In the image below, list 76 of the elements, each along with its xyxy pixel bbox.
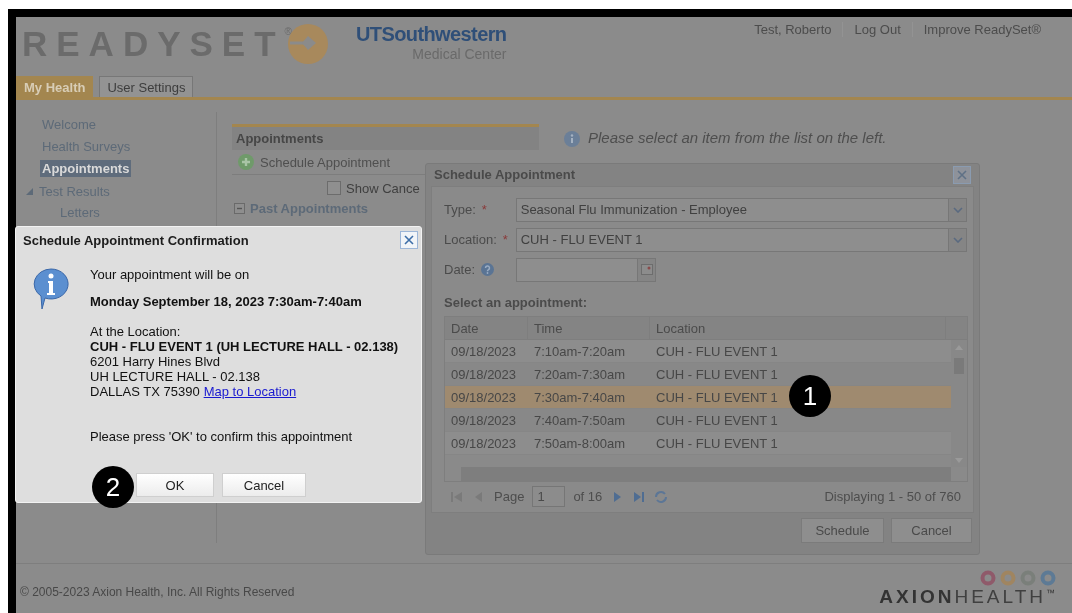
tab[interactable]: User Settings bbox=[99, 76, 194, 97]
sidebar-item[interactable]: Appointments bbox=[40, 160, 132, 177]
refresh-icon[interactable] bbox=[654, 489, 669, 504]
page-field[interactable]: 1 bbox=[532, 486, 566, 508]
header-link[interactable]: Improve ReadySet® bbox=[911, 22, 1052, 37]
dialog-button[interactable]: Schedule bbox=[801, 518, 884, 544]
confirmation-text: Your appointment will be on bbox=[90, 267, 251, 282]
map-link[interactable]: Map to Location bbox=[203, 384, 297, 399]
address-line: UH LECTURE HALL - 02.138 bbox=[90, 369, 262, 384]
table-cell-text: 7:10am-7:20am bbox=[533, 342, 627, 361]
chevron-down-icon[interactable] bbox=[952, 206, 963, 213]
schedule-link[interactable]: Schedule Appointment bbox=[260, 154, 391, 170]
partner-logo-text: UTSouthwestern bbox=[355, 23, 507, 46]
display-count: Displaying 1 - 50 of 760 bbox=[824, 489, 961, 505]
table-cell-text: 7:30am-7:40am bbox=[533, 388, 627, 407]
pager-label: Page bbox=[494, 489, 525, 505]
grid-title: Select an appointment: bbox=[444, 294, 589, 310]
column-header[interactable]: Location bbox=[650, 316, 946, 339]
checkbox-label: Show Cance bbox=[346, 180, 420, 196]
close-icon bbox=[957, 169, 967, 180]
info-bubble-icon bbox=[32, 267, 70, 311]
axion-health-logo-text: AXION HEALTH$^{™}$ bbox=[879, 585, 1058, 608]
field-label: Location: bbox=[444, 232, 497, 248]
table-cell-text: CUH - FLU EVENT 1 bbox=[655, 434, 779, 453]
panel-header: Appointments bbox=[232, 124, 539, 150]
page-count: of 16 bbox=[573, 489, 603, 505]
calendar-icon[interactable] bbox=[640, 264, 653, 276]
dropdown[interactable]: Seasonal Flu Immunization - Employee bbox=[515, 197, 967, 222]
confirmation-prompt: Please press 'OK' to confirm this appointment bbox=[90, 429, 354, 444]
location-label: At the Location: bbox=[90, 324, 182, 339]
date-field[interactable] bbox=[516, 257, 656, 282]
column-header[interactable]: Date bbox=[445, 316, 528, 339]
table-cell-text: 09/18/2023 bbox=[450, 342, 518, 361]
table-cell-text: 09/18/2023 bbox=[450, 365, 518, 384]
field-label: Date: bbox=[444, 262, 476, 278]
table-cell-text: CUH - FLU EVENT 1 bbox=[655, 411, 779, 430]
tab[interactable]: My Health bbox=[16, 76, 94, 97]
required-mark: * bbox=[481, 202, 487, 218]
collapse-icon[interactable] bbox=[234, 203, 245, 214]
table-cell-text: CUH - FLU EVENT 1 bbox=[655, 388, 779, 407]
appointment-datetime: Monday September 18, 2023 7:30am-7:40am bbox=[90, 294, 363, 309]
table-cell-text: 7:20am-7:30am bbox=[533, 365, 627, 384]
field-label: Type: bbox=[444, 202, 476, 218]
column-header[interactable]: Time bbox=[528, 316, 650, 339]
address-line: DALLAS TX 75390 bbox=[90, 384, 200, 399]
last-page-icon[interactable] bbox=[632, 489, 647, 504]
add-icon bbox=[238, 154, 254, 170]
chevron-down-icon[interactable] bbox=[952, 236, 963, 243]
table-cell-text: CUH - FLU EVENT 1 bbox=[655, 342, 779, 361]
address-line: 6201 Harry Hines Blvd bbox=[90, 354, 222, 369]
info-message: Please select an item from the list on the left. bbox=[588, 129, 887, 146]
dialog-title: Schedule Appointment bbox=[434, 167, 576, 183]
required-mark: * bbox=[502, 232, 508, 248]
table-cell-text: 09/18/2023 bbox=[450, 434, 518, 453]
dialog-title: Schedule Appointment Confirmation bbox=[23, 232, 249, 248]
table-cell-text: 09/18/2023 bbox=[450, 388, 518, 407]
brand-dots-icon bbox=[980, 569, 1058, 586]
dropdown[interactable]: CUH - FLU EVENT 1 bbox=[515, 227, 967, 252]
expanded-triangle-icon[interactable] bbox=[26, 187, 33, 195]
registered-mark: ® bbox=[284, 26, 292, 37]
location-name: CUH - FLU EVENT 1 (UH LECTURE HALL - 02.138) bbox=[90, 339, 399, 354]
copyright-text: © 2005-2023 Axion Health, Inc. All Rights Reserved bbox=[20, 584, 295, 599]
close-button[interactable] bbox=[400, 231, 418, 249]
close-icon bbox=[404, 235, 414, 245]
help-icon[interactable] bbox=[481, 263, 495, 277]
table-cell-text: 7:40am-7:50am bbox=[533, 411, 627, 430]
checkbox[interactable] bbox=[327, 181, 341, 195]
table-cell-text: 7:50am-8:00am bbox=[533, 434, 627, 453]
dialog-button[interactable]: Cancel bbox=[891, 518, 972, 544]
table-cell-text: 09/18/2023 bbox=[450, 411, 518, 430]
dialog-button[interactable]: Cancel bbox=[222, 473, 306, 497]
header-link[interactable]: Log Out bbox=[842, 22, 912, 37]
dialog-button[interactable]: OK bbox=[136, 473, 214, 497]
table-cell-text: CUH - FLU EVENT 1 bbox=[655, 365, 779, 384]
info-icon bbox=[564, 131, 580, 147]
header-link[interactable]: Test, Roberto bbox=[743, 22, 843, 37]
